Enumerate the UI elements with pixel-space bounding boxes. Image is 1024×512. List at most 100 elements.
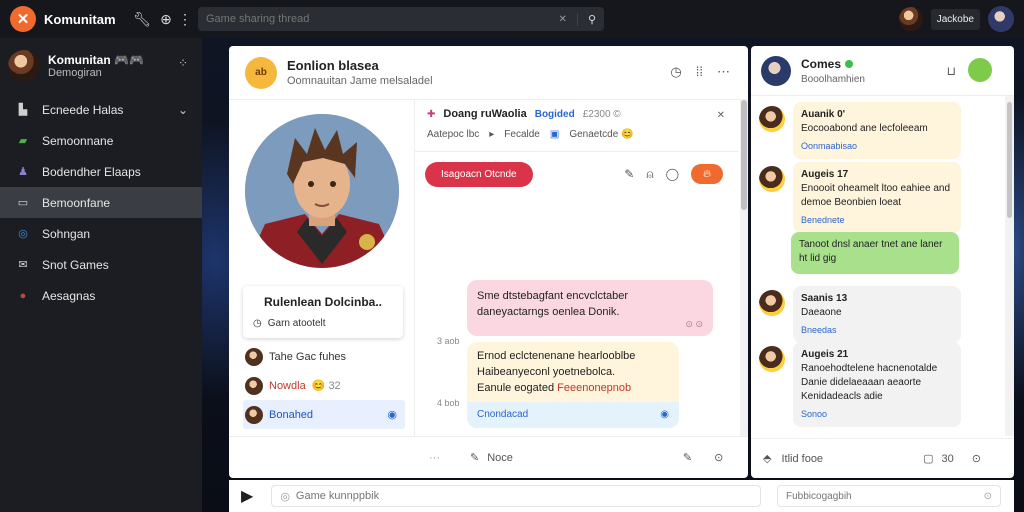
avatar [759,106,785,132]
message-bubble[interactable]: Augeis 21 Ranoehodtelene hacnenotalde Da… [793,342,961,427]
info-icon: ◎ [280,490,290,503]
main-footer: ··· ✎ Noce ✎ ⊙ [229,436,748,478]
message-bubble[interactable]: Auanik 0' Eocooabond ane lecfoleeam Oonm… [793,102,961,159]
message-author: Augeis 21 [801,349,849,360]
status-avatar-icon[interactable] [968,58,992,82]
grid-icon[interactable]: ⁞⁞ [696,64,703,80]
wrench-icon[interactable]: 🔧︎ [130,11,154,28]
profile-name: Rulenlean Dolcinba.. [263,295,383,309]
chevron-down-icon[interactable]: ⌄ [178,103,188,117]
sidebar-item[interactable]: ◎ Sohngan [0,218,202,249]
right-scrollbar-thumb[interactable] [1007,102,1012,218]
list-item[interactable]: Tahe Gac fuhes [243,342,405,371]
composer-input[interactable] [295,490,753,502]
fire-icon[interactable]: 🔥︎ [691,164,723,184]
message-link[interactable]: Feeenonepnob [557,382,631,394]
pen-icon[interactable]: ✎ [470,451,479,464]
sidebar-item[interactable]: ● Aesagnas [0,280,202,311]
clear-icon[interactable]: ✕ [559,14,567,25]
sidebar-item-label: Snot Games [42,257,109,272]
list-item[interactable]: Bonahed ◉ [243,400,405,429]
message-footer[interactable]: Cnondacad ◉ [467,402,679,428]
avatar-icon: ● [19,289,27,302]
page-title: Eonlion blasea [287,58,379,73]
info-icon[interactable]: ◯ [666,167,679,181]
share-icon[interactable]: ⬘ [763,452,771,465]
more-horizontal-icon[interactable]: ⋯ [717,64,730,80]
composer-field[interactable]: ◎ [271,485,762,507]
pen-icon[interactable]: ✎ [624,167,634,181]
footer-note: Noce [487,451,513,464]
settings-icon[interactable]: ⊙ [972,452,981,465]
play-icon[interactable]: ▶ [241,486,253,506]
message-bubble[interactable]: Tanoot dnsl anaer tnet ane laner ht lid … [791,232,959,274]
message-text: Enoooit oheamelt ltoo eahiee and demoe B… [801,183,951,208]
avatar [245,347,263,366]
sidebar-profile[interactable]: Komunitan 🎮🎮 Demogiran ⁘ [0,38,202,94]
clock-icon: ◷ [253,318,262,329]
profile-card[interactable]: Rulenlean Dolcinba.. ◷ Garn atootelt [243,286,403,338]
message-bubble[interactable]: Saanis 13 Daeaone Bneedas [793,286,961,343]
bell-icon[interactable]: ⍝ [646,167,653,182]
thread-tag[interactable]: Bogided [535,109,575,120]
thread-header: ✚ Doang ruWaolia Bogided £2300 © Aatepoc… [415,100,739,152]
sidebar-item[interactable]: ▙ Ecneede Halas ⌄ [0,94,202,125]
grid-dots-icon[interactable]: ⁘ [178,56,188,70]
sidebar-nav: ▙ Ecneede Halas ⌄ ▰ Semoonnane ♟ Bodendher … [0,94,202,311]
search-icon[interactable]: ⚲ [576,12,596,26]
search-input[interactable] [206,13,549,25]
profile-avatar-icon[interactable] [988,6,1014,32]
settings-icon[interactable]: ⊙ [714,451,723,464]
top-user-name[interactable]: Jackobe [930,8,980,30]
sidebar-item[interactable]: ▰ Semoonnane [0,125,202,156]
close-icon[interactable]: ✕ [717,110,725,121]
message-meta: Bneedas [801,325,837,335]
online-status-icon [845,59,854,68]
message-author: Augeis 17 [801,169,849,180]
tray-icon[interactable]: ⊔ [947,64,956,78]
profile-list: Tahe Gac fuhes Nowdla 😊 32 Bonahed ◉ [243,342,405,429]
main-scrollbar[interactable] [740,100,748,436]
right-footer-label: Itlid fooe [781,452,824,465]
message-text: Eocooabond ane lecfoleeam [801,123,928,134]
clock-icon[interactable]: ◷ [670,64,681,80]
message-author: Auanik 0' [801,109,846,120]
action-pill-button[interactable]: Isagoacn Otcnde [425,162,533,187]
sidebar-profile-name: Komunitan 🎮🎮 [48,53,144,67]
search-bar[interactable]: ✕ ⚲ [198,7,604,31]
square-icon[interactable]: ▢ [923,452,933,465]
message-bubble[interactable]: Ernod eclctenenane hearlooblbe Haibeanye… [467,342,679,428]
more-vertical-icon[interactable]: ⋮ [178,11,192,28]
help-icon[interactable]: ◉ [660,407,669,423]
message-time: 3 aob [437,336,460,346]
sidebar-item[interactable]: ✉ Snot Games [0,249,202,280]
app-logo-icon[interactable]: ✕ [10,6,36,32]
message-bubble[interactable]: Sme dtstebagfant encvclctaber daneyactar… [467,280,713,336]
right-scrollbar[interactable] [1005,96,1014,436]
character-portrait [245,114,399,268]
sidebar-item[interactable]: ▭ Bemoonfane [0,187,202,218]
group-avatar[interactable]: ab [245,56,277,89]
main-scrollbar-thumb[interactable] [741,100,747,210]
right-panel: Comes Booolhamhien ⊔ Auanik 0' Eocooabon… [751,46,1014,478]
thread-name[interactable]: Doang ruWaolia [443,108,526,120]
settings-icon[interactable]: ⊙ [984,491,992,502]
right-avatar-icon[interactable] [761,55,791,86]
secondary-field[interactable]: ⊙ [777,485,1001,507]
list-item[interactable]: Nowdla 😊 32 [243,371,405,400]
list-item-label: Tahe Gac fuhes [269,350,347,363]
sidebar-profile-badges: 🎮🎮 [114,53,144,67]
sidebar-avatar-icon [8,50,40,82]
avatar [759,346,785,372]
add-icon[interactable]: ⊕ [154,11,178,28]
secondary-input[interactable] [786,490,984,502]
thread-count: £2300 © [582,108,621,120]
sidebar-item[interactable]: ♟ Bodendher Elaaps [0,156,202,187]
edit-icon[interactable]: ✎ [683,451,692,464]
help-icon[interactable]: ◉ [387,408,397,421]
message-text: Daeaone [801,307,842,318]
message-meta: Benednete [801,215,845,225]
top-avatar-icon[interactable] [898,7,923,31]
avatar [245,376,263,395]
message-bubble[interactable]: Augeis 17 Enoooit oheamelt ltoo eahiee a… [793,162,961,233]
